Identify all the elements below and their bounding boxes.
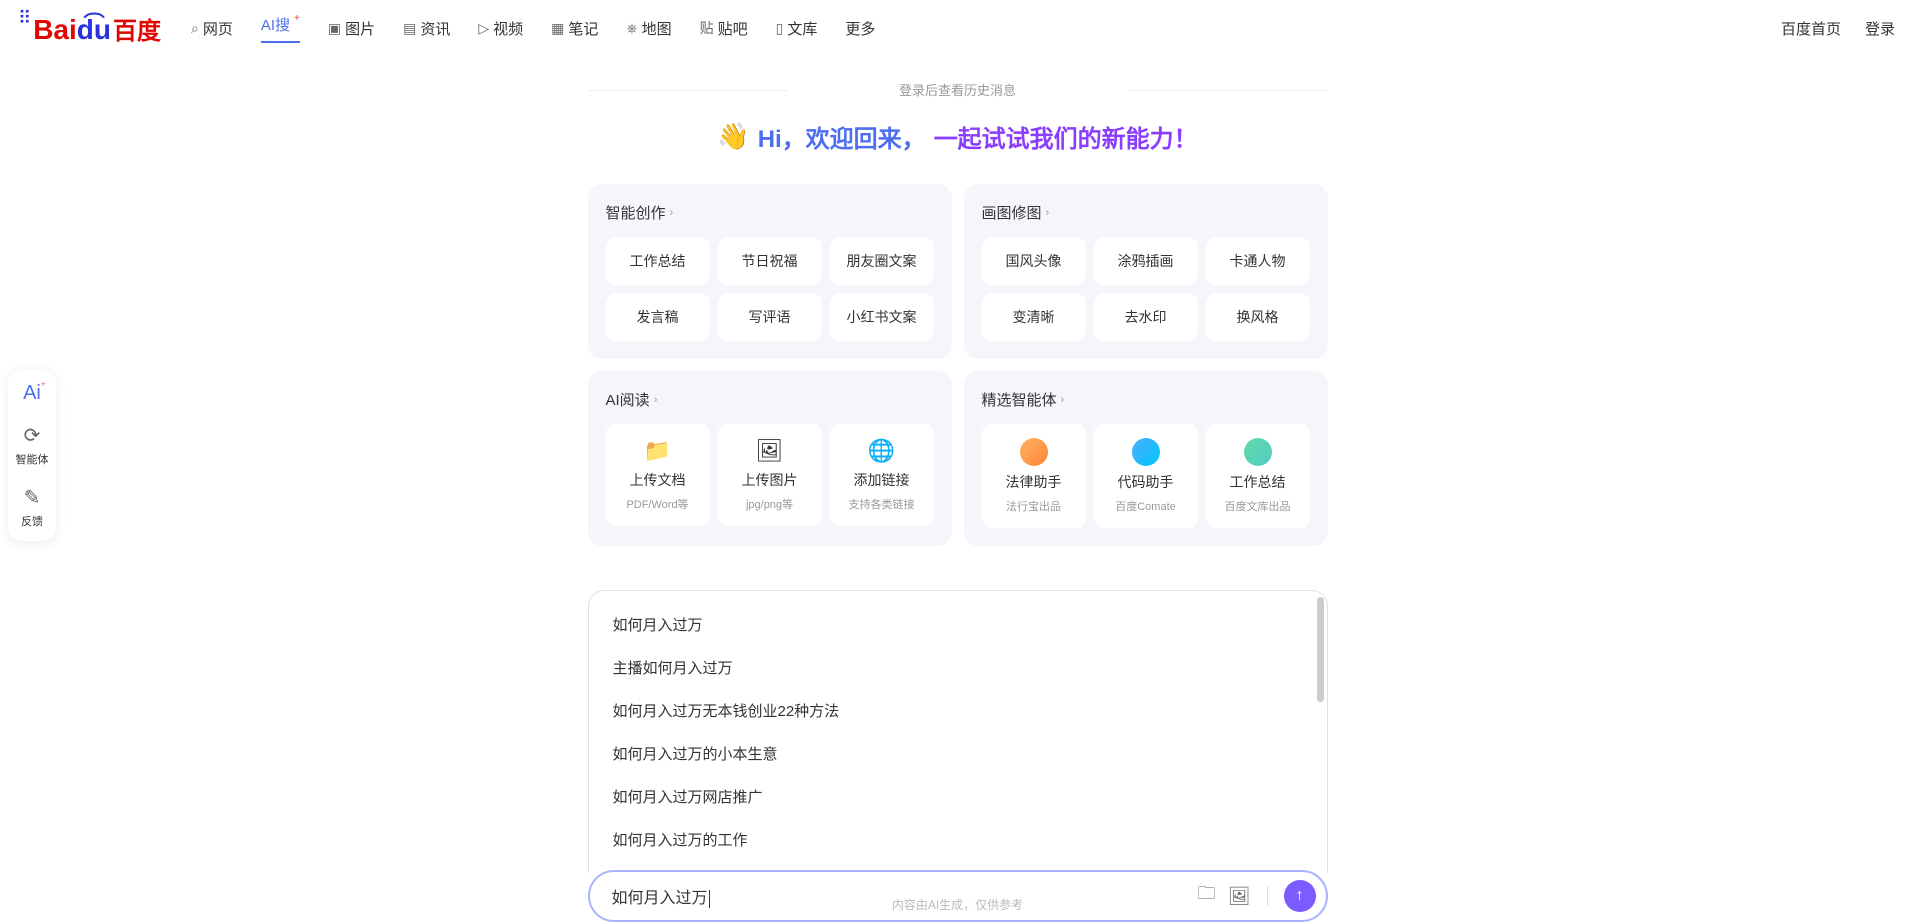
chip-work-summary[interactable]: 工作总结 [606,237,710,285]
plus-icon: + [294,13,300,24]
agent-legal[interactable]: 法律助手 法行宝出品 [982,424,1086,528]
map-icon: ⎈ [626,20,637,37]
main-content: 登录后查看历史消息 👋 Hi，欢迎回来， 一起试试我们的新能力！ 智能创作› 工… [588,80,1328,558]
chip-review[interactable]: 写评语 [718,293,822,341]
chip-watermark[interactable]: 去水印 [1094,293,1198,341]
upload-image[interactable]: 🖼 上传图片 jpg/png等 [718,424,822,526]
nav-images[interactable]: ▣图片 [328,18,375,39]
chip-avatar[interactable]: 国风头像 [982,237,1086,285]
reading-title[interactable]: AI阅读› [606,389,934,410]
header: ⠿ Baid͡u百度 ⌕网页 AI搜+ ▣图片 ▤资讯 ▷视频 ▦笔记 ⎈地图 … [0,0,1915,56]
refresh-icon: ⟳ [24,423,41,448]
suggestion-item[interactable]: 如何月入过万的小本生意 [589,732,1327,775]
doc-icon: ▯ [776,20,784,37]
chevron-right-icon: › [1046,207,1050,219]
left-sidebar: Ai ⟳智能体 ✎反馈 [8,370,56,541]
globe-icon: 🌐 [868,438,895,464]
nav-map[interactable]: ⎈地图 [626,18,671,39]
ai-icon: Ai [23,382,41,405]
paw-icon: ⠿ [18,8,31,29]
agents-title[interactable]: 精选智能体› [982,389,1310,410]
nav-news[interactable]: ▤资讯 [403,18,450,39]
nav-notes[interactable]: ▦笔记 [551,18,598,39]
chip-xiaohongshu[interactable]: 小红书文案 [830,293,934,341]
note-icon: ▦ [551,20,564,37]
chip-holiday[interactable]: 节日祝福 [718,237,822,285]
image-upload-icon[interactable]: 🖼 [1228,886,1251,907]
agent-summary[interactable]: 工作总结 百度文库出品 [1206,424,1310,528]
nav-tieba[interactable]: 贴贴吧 [700,18,748,39]
file-icon[interactable]: 🗀 [1198,881,1216,911]
suggestion-item[interactable]: 主播如何月入过万 [589,646,1327,689]
upload-doc[interactable]: 📁 上传文档 PDF/Word等 [606,424,710,526]
video-icon: ▷ [478,20,489,37]
folder-icon: 📁 [644,438,671,464]
card-creation: 智能创作› 工作总结 节日祝福 朋友圈文案 发言稿 写评语 小红书文案 [588,184,952,359]
news-icon: ▤ [403,20,416,37]
chevron-right-icon: › [670,207,674,219]
history-hint[interactable]: 登录后查看历史消息 [588,80,1328,99]
footer-disclaimer: 内容由AI生成，仅供参考 [892,896,1023,913]
card-agents: 精选智能体› 法律助手 法行宝出品 代码助手 百度Comate 工作总结 百度文… [964,371,1328,546]
nav-more[interactable]: 更多 [845,18,875,39]
avatar-icon [1020,438,1048,466]
search-icon: ⌕ [191,20,199,37]
header-right: 百度首页 登录 [1781,18,1895,39]
chevron-right-icon: › [654,394,658,406]
suggestion-item[interactable]: 如何月入过万无本钱创业22种方法 [589,689,1327,732]
arrow-up-icon: ↑ [1296,887,1304,905]
suggestion-item[interactable]: 如何月入过万 [589,603,1327,646]
wave-icon: 👋 [717,121,749,152]
suggestion-item[interactable]: 如何月入过万网店推广 [589,775,1327,818]
agent-code[interactable]: 代码助手 百度Comate [1094,424,1198,528]
login-link[interactable]: 登录 [1865,18,1895,39]
chevron-right-icon: › [1061,394,1065,406]
chip-cartoon[interactable]: 卡通人物 [1206,237,1310,285]
nav-video[interactable]: ▷视频 [478,18,523,39]
baidu-home-link[interactable]: 百度首页 [1781,18,1841,39]
add-link[interactable]: 🌐 添加链接 支持各类链接 [830,424,934,526]
baidu-logo[interactable]: ⠿ Baid͡u百度 [20,11,161,46]
nav-wenku[interactable]: ▯文库 [776,18,818,39]
top-nav: ⌕网页 AI搜+ ▣图片 ▤资讯 ▷视频 ▦笔记 ⎈地图 贴贴吧 ▯文库 更多 [191,14,1781,43]
sidebar-ai[interactable]: Ai [23,382,41,405]
avatar-icon [1244,438,1272,466]
chip-moments[interactable]: 朋友圈文案 [830,237,934,285]
card-reading: AI阅读› 📁 上传文档 PDF/Word等 🖼 上传图片 jpg/png等 🌐… [588,371,952,546]
avatar-icon [1132,438,1160,466]
greeting: 👋 Hi，欢迎回来， 一起试试我们的新能力！ [588,119,1328,154]
divider [1267,886,1268,906]
creation-title[interactable]: 智能创作› [606,202,934,223]
nav-ai-search[interactable]: AI搜+ [261,14,300,43]
sidebar-feedback[interactable]: ✎反馈 [21,485,43,529]
card-image-edit: 画图修图› 国风头像 涂鸦插画 卡通人物 变清晰 去水印 换风格 [964,184,1328,359]
tieba-icon: 贴 [700,18,714,38]
image-icon: ▣ [328,20,341,37]
feedback-icon: ✎ [24,485,41,510]
image-edit-title[interactable]: 画图修图› [982,202,1310,223]
sidebar-agent[interactable]: ⟳智能体 [16,423,49,467]
chip-sharpen[interactable]: 变清晰 [982,293,1086,341]
picture-icon: 🖼 [756,438,784,464]
suggestion-item[interactable]: 如何月入过万的工作 [589,818,1327,861]
chip-doodle[interactable]: 涂鸦插画 [1094,237,1198,285]
chip-style[interactable]: 换风格 [1206,293,1310,341]
chip-speech[interactable]: 发言稿 [606,293,710,341]
send-button[interactable]: ↑ [1284,880,1316,912]
nav-web[interactable]: ⌕网页 [191,18,233,39]
suggestions-dropdown: 如何月入过万 主播如何月入过万 如何月入过万无本钱创业22种方法 如何月入过万的… [588,590,1328,873]
scrollbar[interactable] [1317,597,1324,702]
